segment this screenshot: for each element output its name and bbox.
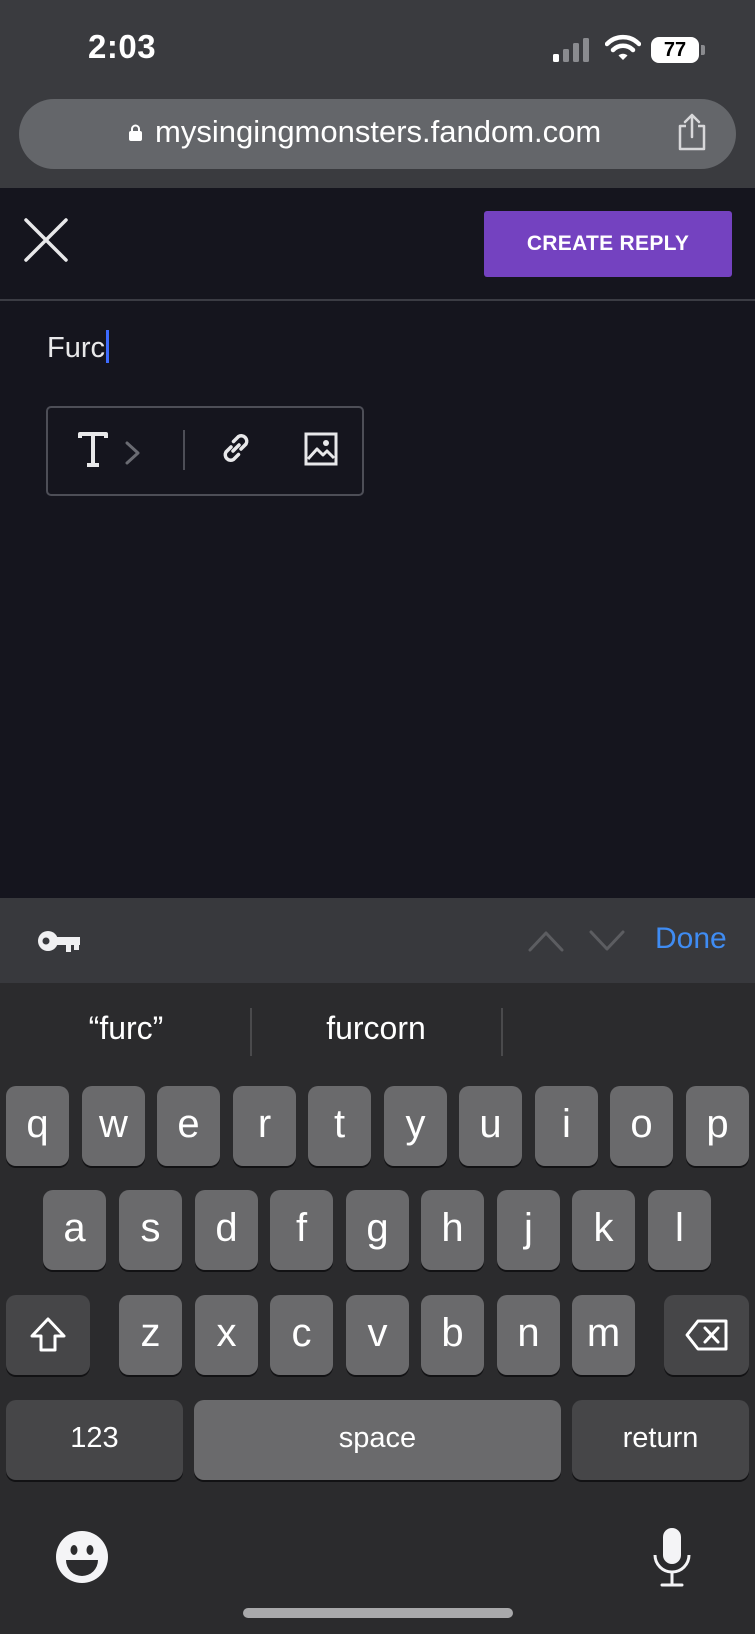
done-button[interactable]: Done <box>655 922 727 956</box>
battery-indicator: 77 <box>651 37 699 63</box>
key-x[interactable]: x <box>195 1295 258 1375</box>
key-g[interactable]: g <box>346 1190 409 1270</box>
key-o[interactable]: o <box>610 1086 673 1166</box>
text-caret <box>106 330 109 363</box>
microphone-icon[interactable] <box>652 1526 692 1588</box>
key-r[interactable]: r <box>233 1086 296 1166</box>
key-a[interactable]: a <box>43 1190 106 1270</box>
suggestion-separator <box>250 1008 252 1056</box>
key-w[interactable]: w <box>82 1086 145 1166</box>
share-icon[interactable] <box>676 113 708 151</box>
key-f[interactable]: f <box>270 1190 333 1270</box>
key-t[interactable]: t <box>308 1086 371 1166</box>
suggestion-item[interactable]: “furc” <box>16 1010 236 1047</box>
keyboard-accessory-bar <box>0 898 755 983</box>
lock-icon <box>129 124 142 141</box>
key-v[interactable]: v <box>346 1295 409 1375</box>
key-u[interactable]: u <box>459 1086 522 1166</box>
key-d[interactable]: d <box>195 1190 258 1270</box>
close-icon[interactable] <box>24 218 68 262</box>
link-icon[interactable] <box>218 430 254 466</box>
image-icon[interactable] <box>304 432 338 466</box>
emoji-icon[interactable] <box>55 1530 109 1584</box>
wifi-icon <box>605 34 641 60</box>
key-b[interactable]: b <box>421 1295 484 1375</box>
key-j[interactable]: j <box>497 1190 560 1270</box>
suggestion-separator <box>501 1008 503 1056</box>
status-time: 2:03 <box>88 28 157 65</box>
key-n[interactable]: n <box>497 1295 560 1375</box>
chevron-right-icon[interactable] <box>124 440 142 466</box>
url-text[interactable]: mysingingmonsters.fandom.com <box>155 114 601 150</box>
key-m[interactable]: m <box>572 1295 635 1375</box>
text-format-icon[interactable] <box>78 432 108 468</box>
key-l[interactable]: l <box>648 1190 711 1270</box>
key-e[interactable]: e <box>157 1086 220 1166</box>
key-icon[interactable] <box>36 925 82 957</box>
home-indicator <box>243 1608 513 1618</box>
key-q[interactable]: q <box>6 1086 69 1166</box>
backspace-icon <box>685 1319 727 1351</box>
key-i[interactable]: i <box>535 1086 598 1166</box>
backspace-key[interactable] <box>664 1295 749 1375</box>
key-s[interactable]: s <box>119 1190 182 1270</box>
header-divider <box>0 299 755 301</box>
key-p[interactable]: p <box>686 1086 749 1166</box>
key-h[interactable]: h <box>421 1190 484 1270</box>
chevron-down-icon[interactable] <box>588 928 626 954</box>
suggestion-item[interactable]: furcorn <box>266 1010 486 1047</box>
editor-text: Furc <box>47 332 105 364</box>
key-z[interactable]: z <box>119 1295 182 1375</box>
create-reply-button[interactable]: CREATE REPLY <box>484 211 732 277</box>
space-key[interactable]: space <box>194 1400 561 1480</box>
shift-key[interactable] <box>6 1295 90 1375</box>
key-k[interactable]: k <box>572 1190 635 1270</box>
shift-icon <box>30 1317 66 1352</box>
battery-tip <box>701 45 705 55</box>
toolbar-separator <box>183 430 185 470</box>
numbers-key[interactable]: 123 <box>6 1400 183 1480</box>
key-y[interactable]: y <box>384 1086 447 1166</box>
chevron-up-icon[interactable] <box>527 928 565 954</box>
cellular-signal-icon <box>553 38 589 62</box>
key-c[interactable]: c <box>270 1295 333 1375</box>
return-key[interactable]: return <box>572 1400 749 1480</box>
reply-editor[interactable]: Furc <box>47 330 109 365</box>
